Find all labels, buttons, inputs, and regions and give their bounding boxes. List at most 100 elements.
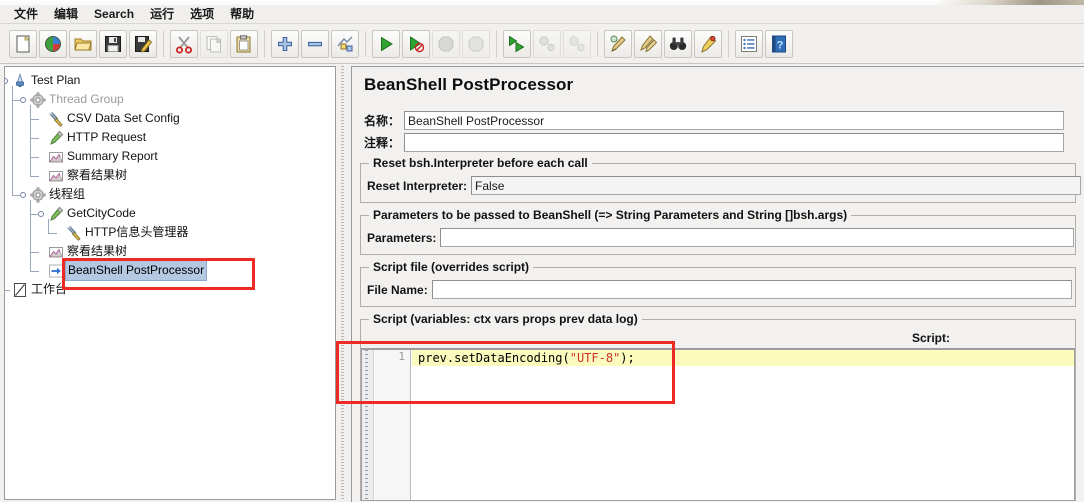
reset-search-icon[interactable] — [694, 29, 722, 58]
parameters-group-title: Parameters to be passed to BeanShell (=>… — [369, 208, 852, 222]
comment-input[interactable] — [404, 133, 1065, 152]
sampler-icon — [47, 129, 65, 146]
menu-file[interactable]: 文件 — [6, 6, 46, 23]
reset-interpreter-group-title: Reset bsh.Interpreter before each call — [369, 156, 592, 170]
menu-edit[interactable]: 编辑 — [46, 6, 86, 23]
comment-row: 注释： — [364, 133, 1076, 152]
new-document-icon[interactable] — [9, 29, 37, 58]
splitter-grip-icon — [341, 66, 344, 500]
start-play-icon[interactable] — [372, 29, 400, 58]
toolbar-separator — [597, 30, 598, 57]
listener-icon — [47, 167, 65, 184]
tree-node[interactable]: Thread Group — [5, 90, 335, 109]
collapse-minus-icon[interactable] — [301, 29, 329, 58]
tree-node-label: 线程组 — [49, 187, 86, 201]
tree-node[interactable]: Test Plan — [5, 71, 335, 90]
open-folder-icon[interactable] — [69, 29, 97, 58]
clear-all-brooms-icon[interactable] — [634, 29, 662, 58]
paste-clipboard-icon[interactable] — [230, 29, 258, 58]
script-code-line[interactable]: prev.setDataEncoding("UTF-8"); — [418, 350, 635, 366]
stop-icon — [432, 29, 460, 58]
tree-node-label: 察看结果树 — [67, 244, 128, 258]
tree-node[interactable]: 察看结果树 — [5, 242, 335, 261]
tree-node-label: BeanShell PostProcessor — [65, 260, 208, 281]
file-name-input[interactable] — [431, 280, 1072, 299]
help-book-icon[interactable]: ? — [765, 29, 793, 58]
tree-connector-line — [12, 85, 13, 195]
toolbar-separator — [365, 30, 366, 57]
reset-interpreter-group: Reset bsh.Interpreter before each call R… — [360, 156, 1082, 203]
toolbar-separator — [163, 30, 164, 57]
tree-node-label: 察看结果树 — [67, 168, 128, 182]
parameters-row: Parameters: — [367, 228, 1075, 247]
tree-node-label: Test Plan — [31, 73, 81, 87]
tree-connector-line — [30, 251, 39, 253]
tree-node[interactable]: HTTP Request — [5, 128, 335, 147]
editor-gutter-dots-icon — [365, 350, 368, 500]
save-floppy-icon[interactable] — [99, 29, 127, 58]
config-element-icon — [47, 110, 65, 127]
element-config-panel: BeanShell PostProcessor 名称： BeanShell Po… — [351, 66, 1084, 502]
parameters-label: Parameters: — [367, 230, 437, 245]
clear-broom-icon[interactable] — [604, 29, 632, 58]
menu-bar: 文件 编辑 Search 运行 选项 帮助 — [0, 5, 1084, 24]
toolbar: ? — [0, 24, 1084, 64]
tree-node-label: Thread Group — [49, 92, 124, 106]
templates-icon[interactable] — [39, 29, 67, 58]
panel-splitter[interactable] — [337, 66, 349, 500]
tree-node[interactable]: CSV Data Set Config — [5, 109, 335, 128]
copy-icon — [200, 29, 228, 58]
code-token-plain: ); — [620, 351, 635, 365]
menu-options[interactable]: 选项 — [182, 6, 222, 23]
menu-run[interactable]: 运行 — [142, 6, 182, 23]
cut-scissors-icon[interactable] — [170, 29, 198, 58]
toggle-icon[interactable] — [331, 29, 359, 58]
test-plan-icon — [11, 72, 29, 89]
remote-shutdown-all-icon — [563, 29, 591, 58]
toolbar-separator — [264, 30, 265, 57]
expand-plus-icon[interactable] — [271, 29, 299, 58]
reset-interpreter-value[interactable]: False — [471, 176, 1082, 195]
tree-node[interactable]: Summary Report — [5, 147, 335, 166]
remote-start-all-icon[interactable] — [503, 29, 531, 58]
code-token-string: "UTF-8" — [569, 351, 621, 365]
test-plan-tree[interactable]: Test Plan Thread Group CSV Data Set Config… — [5, 67, 335, 299]
script-editor[interactable]: 1 prev.setDataEncoding("UTF-8"); — [361, 349, 1075, 501]
save-as-icon[interactable] — [129, 29, 157, 58]
tree-connector-line — [30, 213, 39, 215]
comment-label: 注释： — [364, 136, 401, 150]
tree-connector-line — [12, 194, 21, 196]
menu-search[interactable]: Search — [86, 6, 142, 23]
listener-icon — [47, 243, 65, 260]
function-helper-icon[interactable] — [735, 29, 763, 58]
tree-node-label: 工作台 — [31, 282, 68, 296]
tree-node[interactable]: 察看结果树 — [5, 166, 335, 185]
script-column-label: Script: — [912, 331, 951, 345]
thread-group-icon — [29, 91, 47, 108]
tree-node[interactable]: BeanShell PostProcessor — [5, 260, 335, 281]
jmeter-window: 文件 编辑 Search 运行 选项 帮助 ? Test Plan Thread Group… — [0, 0, 1084, 502]
file-name-row: File Name: — [367, 280, 1072, 299]
menu-help[interactable]: 帮助 — [222, 6, 262, 23]
tree-expand-toggle-icon[interactable] — [5, 71, 11, 90]
tree-node[interactable]: 工作台 — [5, 280, 335, 299]
tree-node-label: GetCityCode — [67, 206, 136, 220]
thread-group-icon — [29, 186, 47, 203]
shutdown-icon — [462, 29, 490, 58]
tree-node-label: HTTP信息头管理器 — [85, 225, 189, 239]
name-label: 名称： — [364, 114, 401, 128]
file-name-label: File Name: — [367, 282, 428, 297]
tree-node[interactable]: GetCityCode — [5, 204, 335, 223]
tree-connector-line — [12, 99, 21, 101]
start-no-pauses-icon[interactable] — [402, 29, 430, 58]
test-plan-tree-panel[interactable]: Test Plan Thread Group CSV Data Set Config… — [4, 66, 336, 500]
binoculars-search-icon[interactable] — [664, 29, 692, 58]
tree-node-label: Summary Report — [67, 149, 158, 163]
name-input[interactable]: BeanShell PostProcessor — [404, 111, 1065, 130]
svg-text:?: ? — [777, 39, 784, 51]
parameters-input[interactable] — [440, 228, 1075, 247]
editor-line-numbers: 1 — [375, 350, 411, 500]
sampler-icon — [47, 205, 65, 222]
tree-node[interactable]: 线程组 — [5, 185, 335, 204]
tree-node-label: CSV Data Set Config — [67, 111, 180, 125]
